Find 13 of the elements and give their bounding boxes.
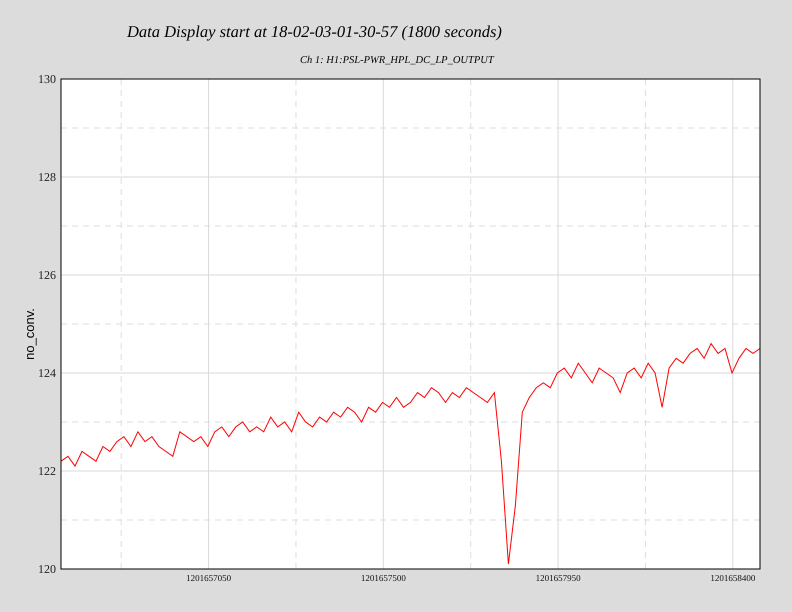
tick-label: 1201657050 [186, 573, 232, 583]
tick-label: 1201657950 [536, 573, 581, 583]
chart-title: Ch 1: H1:PSL-PWR_HPL_DC_LP_OUTPUT [299, 54, 496, 68]
tick-label: 124 [38, 366, 56, 380]
tick-label: 130 [38, 72, 56, 86]
tick-label: 122 [38, 464, 56, 478]
tick-label: 126 [38, 268, 56, 282]
axis-title: no_conv. [22, 308, 37, 360]
tick-label: 120 [38, 562, 56, 576]
tick-label: 1201658400 [710, 573, 756, 583]
window-title: Data Display start at 18-02-03-01-30-57 (1800 seconds) [126, 21, 503, 43]
tick-label: 128 [38, 170, 56, 184]
tick-label: 1201657500 [360, 573, 406, 583]
